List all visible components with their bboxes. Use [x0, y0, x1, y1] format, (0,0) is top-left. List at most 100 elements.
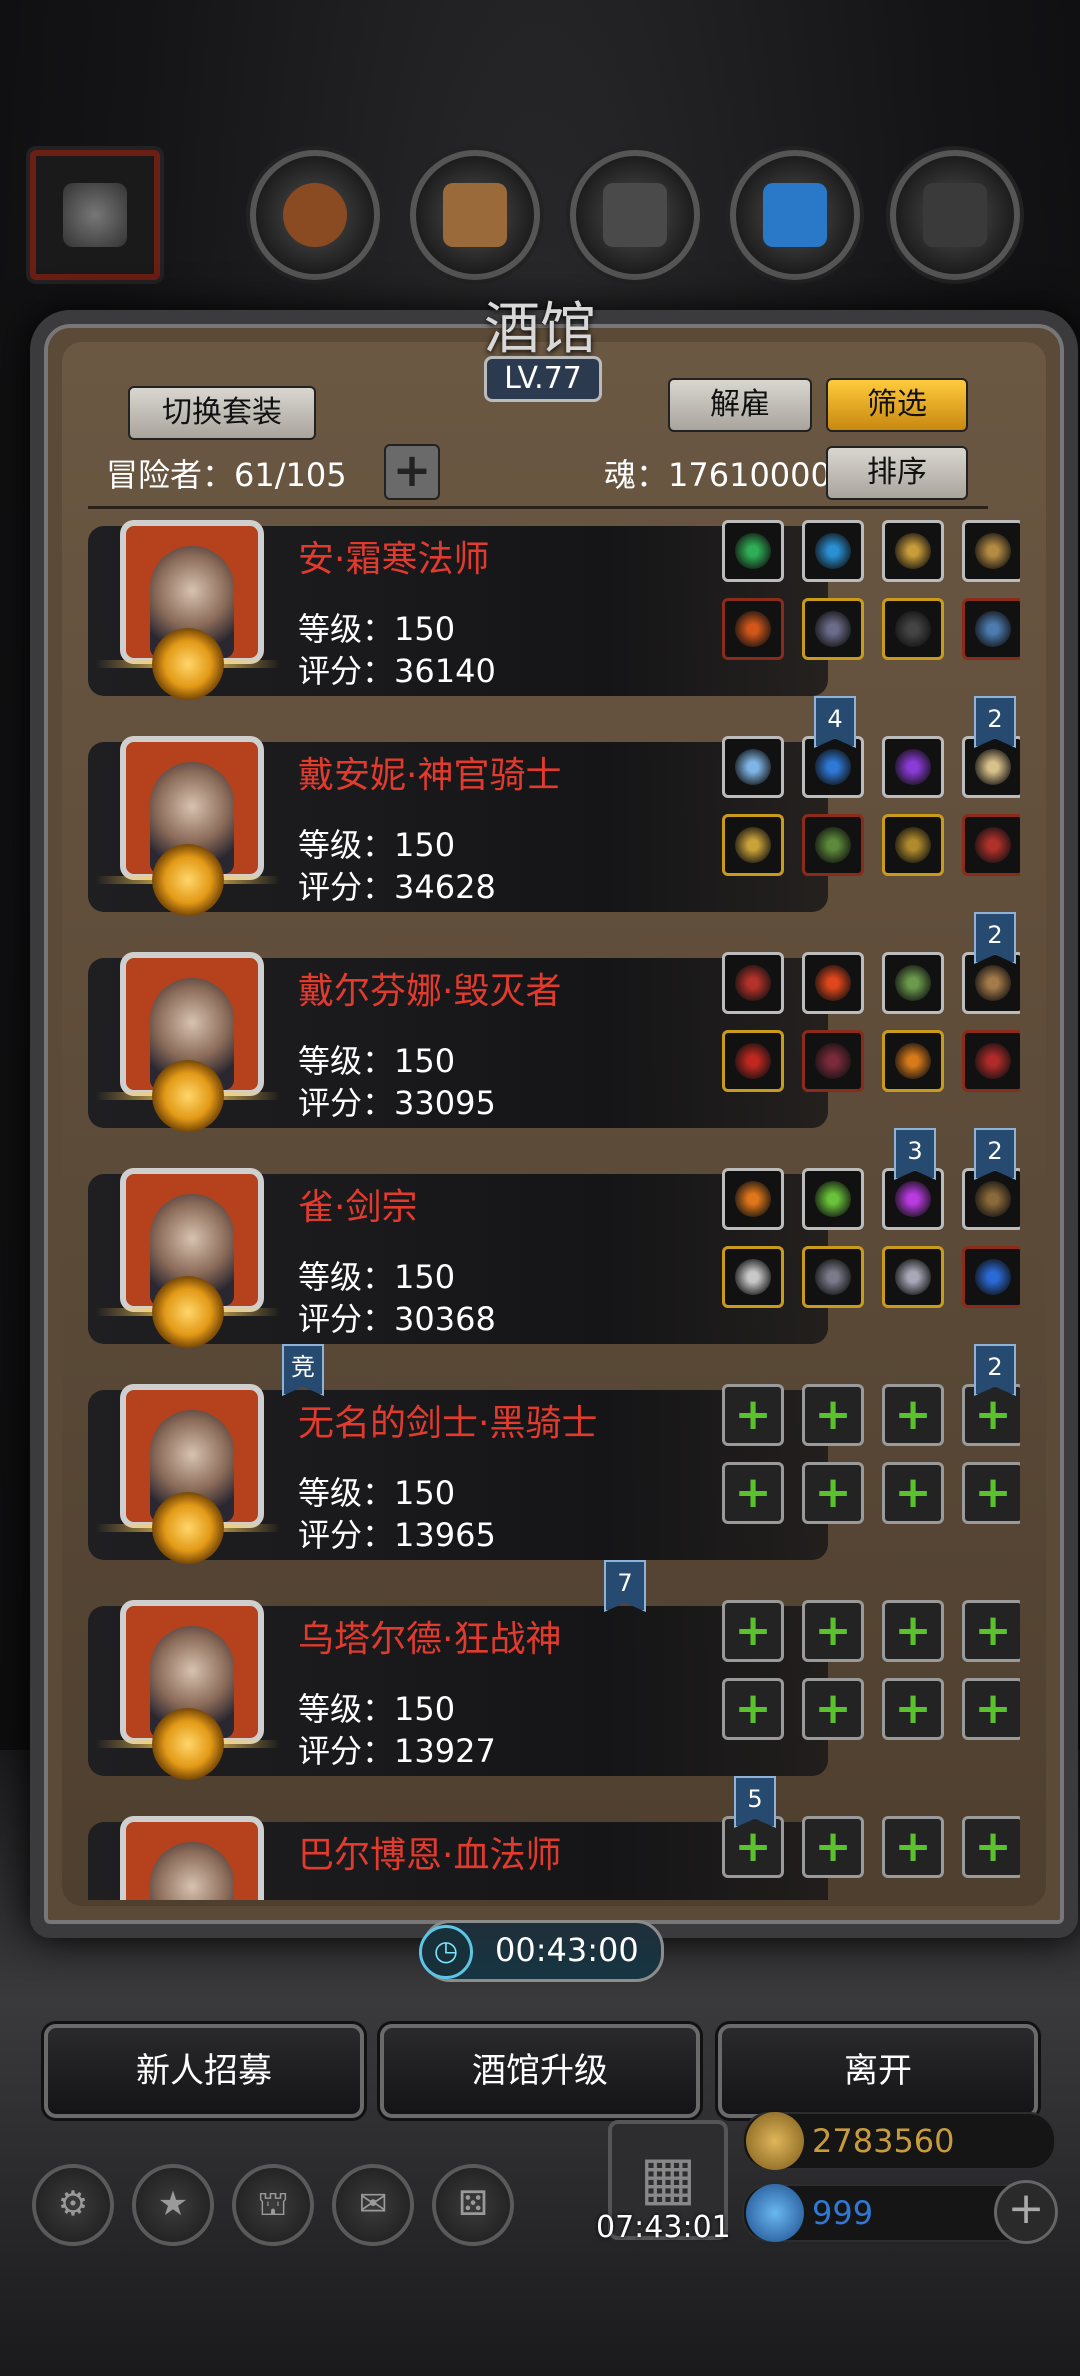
recruit-button[interactable]: 新人招募	[44, 2024, 364, 2118]
equipment-slot[interactable]	[962, 814, 1020, 876]
tab-iron[interactable]	[570, 150, 700, 280]
equipment-slot[interactable]	[722, 1030, 784, 1092]
equipment-slot[interactable]: +	[722, 1600, 784, 1662]
star-badge-icon[interactable]: ★	[132, 2164, 214, 2246]
equipment-slot[interactable]	[962, 520, 1020, 582]
add-equipment-icon: +	[894, 1605, 932, 1656]
equipment-slot[interactable]: +	[802, 1462, 864, 1524]
dragon-portrait-icon	[63, 183, 127, 247]
mail-icon[interactable]: ✉	[332, 2164, 414, 2246]
violet-gem-icon	[895, 1181, 931, 1217]
hero-card[interactable]: 雀·剑宗 等级：150 评分：30368	[88, 1168, 1020, 1348]
equipment-slot[interactable]	[962, 598, 1020, 660]
equipment-slot[interactable]: +	[802, 1600, 864, 1662]
blue-gem-icon	[746, 2184, 804, 2242]
equipment-slot[interactable]	[722, 952, 784, 1014]
hero-card[interactable]: 无名的剑士·黑骑士 等级：150 评分：13965 + + + + + + + +	[88, 1384, 1020, 1564]
hero-list[interactable]: 安·霜寒法师 等级：150 评分：36140 戴安妮·神官骑士 等级：150 评分：346…	[60, 520, 1020, 1900]
equipment-slot[interactable]	[722, 814, 784, 876]
equipment-slot[interactable]	[802, 814, 864, 876]
equipment-slot[interactable]	[882, 814, 944, 876]
tab-dragon[interactable]	[30, 150, 160, 280]
hero-portrait[interactable]	[120, 1816, 264, 1900]
equipment-slot[interactable]: +	[802, 1678, 864, 1740]
page-title: 酒馆	[484, 297, 596, 362]
leave-button[interactable]: 离开	[718, 2024, 1038, 2118]
tome-icon	[975, 1181, 1011, 1217]
equipment-slot[interactable]	[722, 1246, 784, 1308]
flame-helm-icon	[735, 1181, 771, 1217]
equipment-slot[interactable]: +	[962, 1678, 1020, 1740]
dismiss-button[interactable]: 解雇	[668, 378, 812, 432]
equipment-slot[interactable]	[722, 1168, 784, 1230]
add-capacity-button[interactable]: +	[384, 444, 440, 500]
equipment-slot[interactable]	[802, 520, 864, 582]
hero-card[interactable]: 安·霜寒法师 等级：150 评分：36140	[88, 520, 1020, 700]
add-equipment-icon: +	[814, 1605, 852, 1656]
frost-wing-icon	[735, 749, 771, 785]
equipment-slot[interactable]: +	[882, 1384, 944, 1446]
equipment-slot[interactable]: +	[802, 1384, 864, 1446]
equipment-slot[interactable]: +	[962, 1462, 1020, 1524]
equipment-slot[interactable]: +	[722, 1678, 784, 1740]
filter-button[interactable]: 筛选	[826, 378, 968, 432]
equipment-slot[interactable]	[962, 1246, 1020, 1308]
upgrade-tavern-button[interactable]: 酒馆升级	[380, 2024, 700, 2118]
equipment-slot[interactable]	[882, 598, 944, 660]
tab-leather[interactable]	[250, 150, 380, 280]
rank-emblem-icon	[152, 844, 224, 916]
equipment-slot[interactable]	[882, 520, 944, 582]
tab-wood[interactable]	[410, 150, 540, 280]
settings-icon[interactable]: ⚙	[32, 2164, 114, 2246]
equipment-slot[interactable]: +	[882, 1678, 944, 1740]
equipment-slot[interactable]	[882, 736, 944, 798]
hero-name: 安·霜寒法师	[298, 539, 490, 580]
hero-card[interactable]: 戴尔芬娜·毁灭者 等级：150 评分：33095	[88, 952, 1020, 1132]
equipment-slot[interactable]	[722, 598, 784, 660]
dice-icon[interactable]: ⚄	[432, 2164, 514, 2246]
equipment-slot[interactable]: +	[802, 1816, 864, 1878]
equipment-slot[interactable]	[802, 1246, 864, 1308]
black-ring-icon	[895, 611, 931, 647]
equipment-slot[interactable]	[802, 598, 864, 660]
hero-card[interactable]: 戴安妮·神官骑士 等级：150 评分：34628	[88, 736, 1020, 916]
hero-level: 等级：150	[298, 1258, 456, 1296]
equipment-slots: + + + + + + + +	[722, 1384, 1020, 1524]
add-gems-button[interactable]: +	[994, 2180, 1058, 2244]
rank-emblem-icon	[152, 628, 224, 700]
add-equipment-icon: +	[734, 1389, 772, 1440]
hero-card[interactable]: 乌塔尔德·狂战神 等级：150 评分：13927 + + + + + + + +	[88, 1600, 1020, 1780]
equipment-slot[interactable]	[882, 1030, 944, 1092]
hero-name: 乌塔尔德·狂战神	[298, 1619, 562, 1660]
sapphire-icon	[975, 1259, 1011, 1295]
equipment-slot[interactable]: +	[722, 1462, 784, 1524]
blood-necklace-icon	[975, 1043, 1011, 1079]
guild-icon[interactable]: ⛫	[232, 2164, 314, 2246]
equipment-slot[interactable]	[802, 1168, 864, 1230]
equipment-slot[interactable]	[962, 1030, 1020, 1092]
equipment-slot[interactable]: +	[722, 1384, 784, 1446]
equipment-slot[interactable]: +	[882, 1600, 944, 1662]
equipment-slot[interactable]	[802, 952, 864, 1014]
gauntlet-icon	[895, 1259, 931, 1295]
hero-score: 评分：34628	[298, 868, 496, 906]
tab-crystal[interactable]	[730, 150, 860, 280]
equipment-slot[interactable]	[722, 736, 784, 798]
tab-steel[interactable]	[890, 150, 1020, 280]
equipment-slot[interactable]: +	[882, 1462, 944, 1524]
equipment-slot[interactable]	[722, 520, 784, 582]
dark-armor-icon	[815, 1043, 851, 1079]
equipment-slot[interactable]	[882, 952, 944, 1014]
jade-amulet-icon	[895, 965, 931, 1001]
equipment-slot[interactable]	[882, 1246, 944, 1308]
equipment-slot[interactable]: +	[962, 1816, 1020, 1878]
avatar	[150, 1842, 234, 1900]
gold-currency: 2783560	[742, 2112, 1056, 2170]
equipment-slot[interactable]	[802, 1030, 864, 1092]
hero-card[interactable]: 巴尔博恩·血法师等级：150评分：13900++++	[88, 1816, 1020, 1900]
switch-set-button[interactable]: 切换套装	[128, 386, 316, 440]
dark-robe-icon	[815, 611, 851, 647]
equipment-slot[interactable]: +	[882, 1816, 944, 1878]
equipment-slot[interactable]: +	[962, 1600, 1020, 1662]
sort-button[interactable]: 排序	[826, 446, 968, 500]
